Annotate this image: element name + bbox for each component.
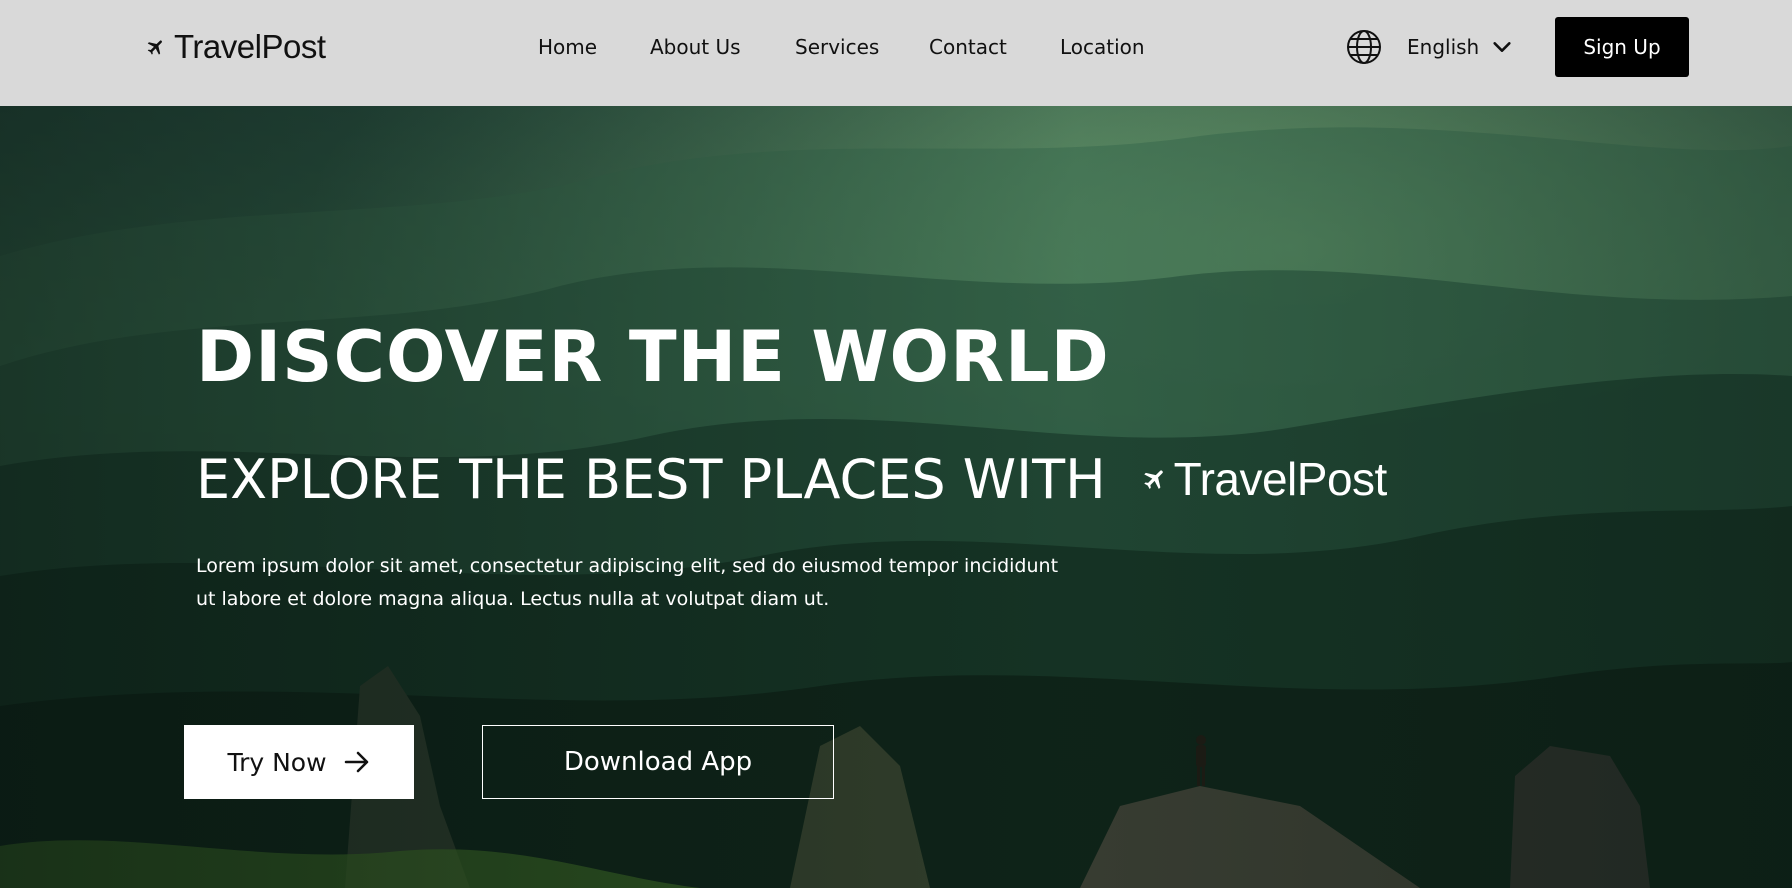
nav-link-about-us[interactable]: About Us	[650, 34, 741, 60]
brand-logo[interactable]: TravelPost	[146, 26, 326, 68]
hero-title: DISCOVER THE WORLD	[196, 316, 1110, 398]
airplane-icon	[147, 40, 162, 55]
airplane-icon	[1143, 470, 1163, 489]
sign-up-button[interactable]: Sign Up	[1555, 17, 1689, 77]
language-selector[interactable]: English	[1407, 30, 1513, 64]
brand-name: TravelPost	[174, 28, 326, 65]
hero-subtitle-text: EXPLORE THE BEST PLACES WITH	[196, 447, 1106, 511]
hero-subtitle: EXPLORE THE BEST PLACES WITH TravelPost	[196, 444, 1387, 514]
nav-link-contact[interactable]: Contact	[929, 34, 1007, 60]
hero-section: DISCOVER THE WORLD EXPLORE THE BEST PLAC…	[0, 106, 1792, 888]
arrow-right-icon	[344, 751, 368, 773]
nav-link-services[interactable]: Services	[795, 34, 879, 60]
nav-link-home[interactable]: Home	[538, 34, 597, 60]
try-now-button[interactable]: Try Now	[184, 725, 414, 799]
nav-link-location[interactable]: Location	[1060, 34, 1145, 60]
hero-subtitle-brand: TravelPost	[1173, 453, 1388, 505]
chevron-down-icon	[1493, 42, 1511, 52]
language-label: English	[1407, 35, 1480, 59]
try-now-label: Try Now	[227, 747, 327, 777]
hero-description: Lorem ipsum dolor sit amet, consectetur …	[196, 555, 1059, 610]
top-navbar: TravelPost Home About Us Services Contac…	[0, 0, 1792, 106]
download-app-button[interactable]: Download App	[482, 725, 834, 799]
globe-icon[interactable]	[1346, 29, 1382, 65]
